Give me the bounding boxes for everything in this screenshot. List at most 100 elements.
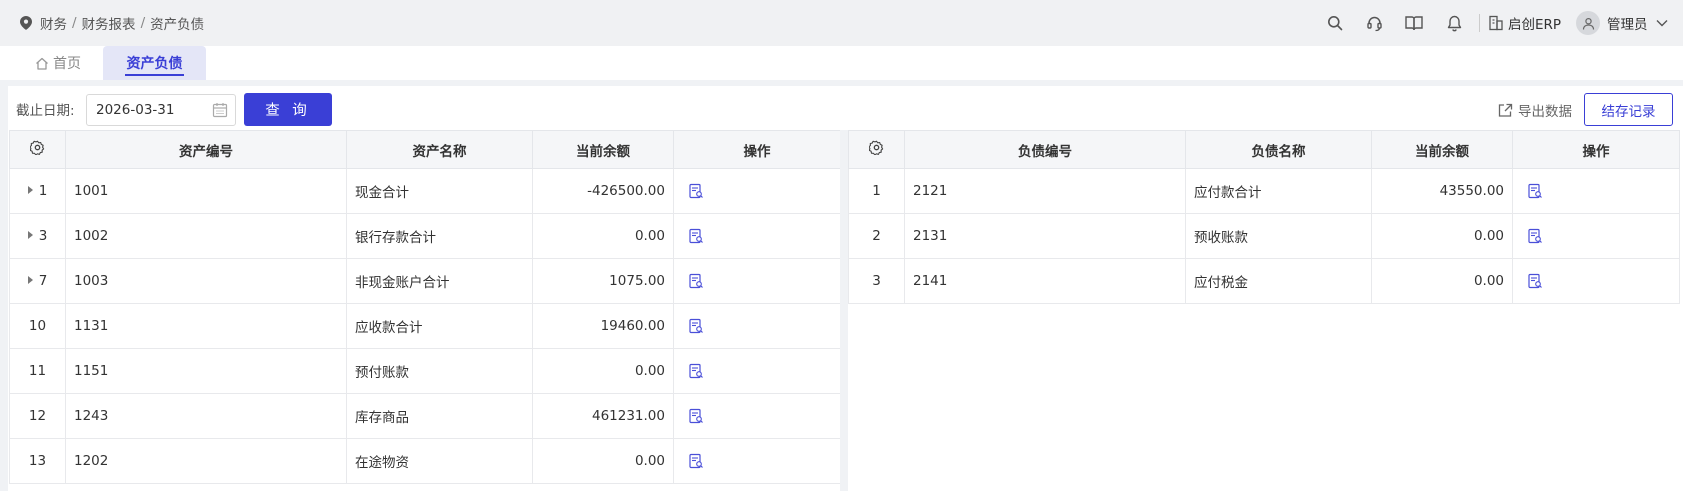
balance-cell: 19460.00 [532,303,674,349]
table-row[interactable]: 3 1002 银行存款合计 0.00 [9,213,841,259]
view-detail-icon[interactable] [1527,273,1543,289]
company-switcher[interactable]: 启创ERP [1488,0,1561,46]
actions-cell [673,213,841,259]
view-detail-icon[interactable] [688,183,704,199]
tab-bar: 首页 资产负债 [0,46,1683,80]
name-cell: 预收账款 [1185,213,1372,259]
code-cell: 1003 [65,258,347,304]
table-row[interactable]: 3 2141 应付税金 0.00 [848,258,1680,304]
header-divider [1479,14,1480,32]
row-index-cell: 13 [9,438,66,484]
tab-balance-sheet[interactable]: 资产负债 [103,46,206,80]
view-detail-icon[interactable] [688,453,704,469]
balance-cell: 0.00 [532,348,674,394]
actions-cell [1512,213,1680,259]
tables-gutter [840,130,848,491]
row-index-cell: 1 [9,168,66,214]
chevron-down-icon [1656,20,1667,27]
main-panel: 截止日期: 查 询 导出数据 结存记录 资产编号 资产名称 当前余额 操作 11… [8,86,1683,491]
code-cell: 1151 [65,348,347,394]
table-row[interactable]: 12 1243 库存商品 461231.00 [9,393,841,439]
expand-row-caret-icon[interactable] [27,276,33,284]
column-settings[interactable] [9,130,66,169]
save-record-button[interactable]: 结存记录 [1584,93,1673,126]
table-row[interactable]: 7 1003 非现金账户合计 1075.00 [9,258,841,304]
row-index: 1 [872,183,881,199]
row-index: 2 [872,228,881,244]
location-pin-icon [20,16,32,30]
name-cell: 应付款合计 [1185,168,1372,214]
balance-cell: 0.00 [532,438,674,484]
actions-cell [673,258,841,304]
code-cell: 2121 [904,168,1186,214]
code-cell: 1243 [65,393,347,439]
table-row[interactable]: 2 2131 预收账款 0.00 [848,213,1680,259]
balance-cell: 0.00 [1371,213,1513,259]
breadcrumb-item[interactable]: 财务报表 [82,13,136,33]
view-detail-icon[interactable] [688,363,704,379]
row-index-cell: 3 [848,258,905,304]
row-index: 1 [38,183,48,199]
tab-home[interactable]: 首页 [28,46,88,80]
column-header-liability-name: 负债名称 [1185,130,1372,169]
view-detail-icon[interactable] [688,408,704,424]
row-index-cell: 10 [9,303,66,349]
table-row[interactable]: 11 1151 预付账款 0.00 [9,348,841,394]
name-cell: 应收款合计 [346,303,533,349]
row-index-cell: 12 [9,393,66,439]
row-index: 3 [38,228,48,244]
row-index: 10 [28,318,47,334]
export-data-label: 导出数据 [1518,104,1572,120]
calendar-icon[interactable] [212,102,228,118]
assets-table: 资产编号 资产名称 当前余额 操作 1 1001 现金合计 -426500.00 3 10… [9,130,841,484]
view-detail-icon[interactable] [1527,183,1543,199]
row-index-cell: 11 [9,348,66,394]
row-index: 12 [28,408,47,424]
row-index-cell: 7 [9,258,66,304]
expand-row-caret-icon[interactable] [27,231,33,239]
table-row[interactable]: 10 1131 应收款合计 19460.00 [9,303,841,349]
table-header-row: 负债编号 负债名称 当前余额 操作 [848,130,1680,169]
table-header-row: 资产编号 资产名称 当前余额 操作 [9,130,841,169]
view-detail-icon[interactable] [1527,228,1543,244]
name-cell: 银行存款合计 [346,213,533,259]
search-icon[interactable] [1324,12,1346,34]
actions-cell [1512,258,1680,304]
expand-row-caret-icon[interactable] [27,186,33,194]
row-index: 7 [38,273,48,289]
column-settings[interactable] [848,130,905,169]
tab-home-label: 首页 [53,56,81,72]
tab-balance-sheet-label: 资产负债 [126,56,183,72]
settings-gear-icon[interactable] [29,140,45,156]
external-export-icon [1498,103,1513,117]
breadcrumb-separator: / [140,15,146,31]
actions-cell [673,393,841,439]
export-data-button[interactable]: 导出数据 [1498,95,1572,125]
user-name: 管理员 [1607,17,1648,33]
view-detail-icon[interactable] [688,228,704,244]
settings-gear-icon[interactable] [868,140,884,156]
balance-cell: 0.00 [532,213,674,259]
building-icon [1489,15,1503,31]
actions-cell [673,303,841,349]
column-header-asset-code: 资产编号 [65,130,347,169]
row-index-cell: 1 [848,168,905,214]
table-row[interactable]: 1 1001 现金合计 -426500.00 [9,168,841,214]
view-detail-icon[interactable] [688,318,704,334]
support-headset-icon[interactable] [1363,12,1385,34]
breadcrumb-item[interactable]: 财务 [40,13,67,33]
breadcrumb-item-current: 资产负债 [150,17,205,33]
name-cell: 预付账款 [346,348,533,394]
user-menu[interactable]: 管理员 [1607,0,1668,46]
balance-cell: 461231.00 [532,393,674,439]
liabilities-table: 负债编号 负债名称 当前余额 操作 1 2121 应付款合计 43550.00 2 213… [848,130,1680,304]
query-button[interactable]: 查 询 [244,93,332,126]
notification-bell-icon[interactable] [1443,12,1465,34]
manual-book-icon[interactable] [1403,12,1425,34]
view-detail-icon[interactable] [688,273,704,289]
column-header-actions: 操作 [1512,130,1680,169]
table-row[interactable]: 13 1202 在途物资 0.00 [9,438,841,484]
code-cell: 1002 [65,213,347,259]
table-row[interactable]: 1 2121 应付款合计 43550.00 [848,168,1680,214]
user-avatar-icon[interactable] [1576,11,1600,35]
